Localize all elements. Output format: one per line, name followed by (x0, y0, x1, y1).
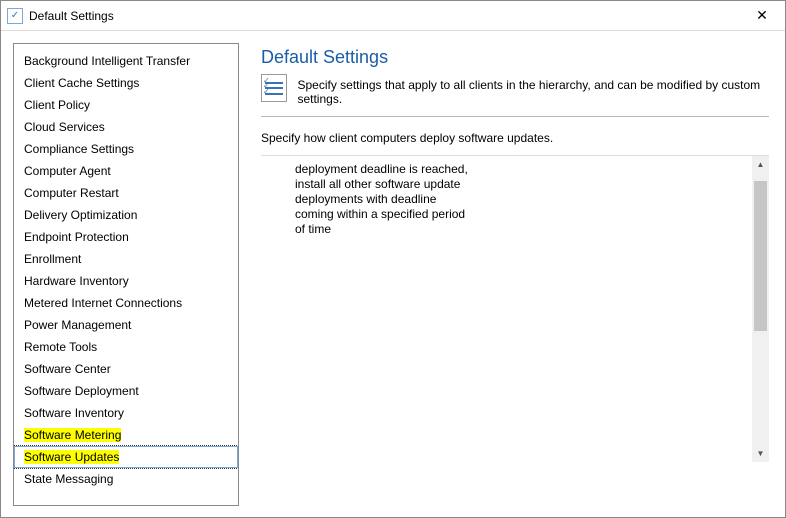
sidebar-item-label: Software Center (24, 362, 111, 376)
sidebar-item[interactable]: Software Metering (14, 424, 238, 446)
page-header: Specify settings that apply to all clien… (261, 74, 769, 106)
sidebar-item[interactable]: Client Policy (14, 94, 238, 116)
sidebar-item-label: Client Policy (24, 98, 90, 112)
scroll-down-arrow-icon[interactable]: ▼ (752, 445, 769, 462)
sidebar-item-label: Power Management (24, 318, 131, 332)
main-panel: Default Settings Specify settings that a… (243, 31, 785, 518)
scroll-thumb[interactable] (754, 181, 767, 331)
sidebar-item[interactable]: Remote Tools (14, 336, 238, 358)
sidebar-item-label: Software Inventory (24, 406, 124, 420)
sidebar-item[interactable]: Hardware Inventory (14, 270, 238, 292)
close-icon: ✕ (756, 7, 768, 24)
sidebar-item[interactable]: State Messaging (14, 468, 238, 490)
sidebar-item[interactable]: Software Deployment (14, 380, 238, 402)
page-title: Default Settings (261, 47, 769, 68)
sidebar-item[interactable]: Cloud Services (14, 116, 238, 138)
sidebar-item-label: Cloud Services (24, 120, 105, 134)
sidebar-item-label: Software Metering (24, 428, 121, 442)
sidebar-item-label: Enrollment (24, 252, 81, 266)
sidebar-item[interactable]: Computer Restart (14, 182, 238, 204)
section-note: Specify how client computers deploy soft… (261, 131, 769, 145)
sidebar-item-label: Compliance Settings (24, 142, 134, 156)
window-title: Default Settings (29, 9, 739, 23)
sidebar-item[interactable]: Metered Internet Connections (14, 292, 238, 314)
sidebar-item[interactable]: Software Updates (14, 446, 238, 468)
sidebar-item[interactable]: Power Management (14, 314, 238, 336)
scroll-up-arrow-icon[interactable]: ▲ (752, 156, 769, 173)
close-button[interactable]: ✕ (739, 1, 785, 31)
sidebar-item-label: Background Intelligent Transfer (24, 54, 190, 68)
category-sidebar[interactable]: Background Intelligent Transfer Client Ca… (13, 43, 239, 506)
titlebar: ✓ Default Settings ✕ (1, 1, 785, 31)
scroll-track[interactable] (752, 173, 769, 445)
settings-scrollbar[interactable]: ▲ ▼ (752, 156, 769, 462)
divider (261, 116, 769, 117)
sidebar-item-label: Metered Internet Connections (24, 296, 182, 310)
sidebar-item[interactable]: Computer Agent (14, 160, 238, 182)
settings-pane: deployment deadline is reached, install … (261, 155, 769, 462)
sidebar-item-label: Delivery Optimization (24, 208, 137, 222)
setting-label-partial: deployment deadline is reached, install … (295, 162, 479, 237)
sidebar-item[interactable]: Compliance Settings (14, 138, 238, 160)
sidebar-item-label: Client Cache Settings (24, 76, 139, 90)
dialog-body: Background Intelligent Transfer Client Ca… (1, 31, 785, 518)
sidebar-item[interactable]: Software Center (14, 358, 238, 380)
sidebar-item[interactable]: Endpoint Protection (14, 226, 238, 248)
sidebar-item-label: Computer Restart (24, 186, 119, 200)
sidebar-item[interactable]: Delivery Optimization (14, 204, 238, 226)
sidebar-item-label: State Messaging (24, 472, 113, 486)
sidebar-item-label: Software Updates (24, 450, 119, 464)
app-icon: ✓ (7, 8, 23, 24)
sidebar-item[interactable]: Client Cache Settings (14, 72, 238, 94)
sidebar-item-label: Computer Agent (24, 164, 111, 178)
sidebar-item-label: Software Deployment (24, 384, 139, 398)
checklist-icon (261, 74, 287, 102)
sidebar-item-label: Endpoint Protection (24, 230, 129, 244)
sidebar-item[interactable]: Enrollment (14, 248, 238, 270)
sidebar-item[interactable]: Software Inventory (14, 402, 238, 424)
sidebar-item-label: Hardware Inventory (24, 274, 129, 288)
sidebar-item[interactable]: Background Intelligent Transfer (14, 50, 238, 72)
page-description: Specify settings that apply to all clien… (297, 74, 769, 106)
dialog-window: ✓ Default Settings ✕ Background Intellig… (0, 0, 786, 518)
sidebar-item-label: Remote Tools (24, 340, 97, 354)
